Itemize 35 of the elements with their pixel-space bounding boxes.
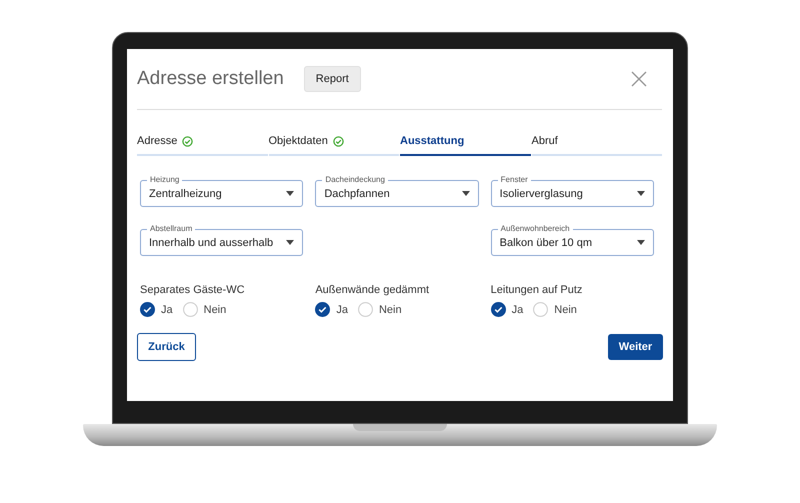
field-value: Dachpfannen (324, 188, 391, 200)
radio-option[interactable]: Nein (182, 302, 226, 317)
check-circle-icon (332, 136, 344, 146)
field-label: Heizung (147, 175, 182, 185)
field-label: Außenwohnbereich (498, 224, 573, 234)
field-value: Zentralheizung (149, 188, 223, 200)
report-button[interactable]: Report (304, 66, 361, 92)
caret-icon (636, 191, 645, 196)
caret-icon (636, 240, 645, 245)
close-icon[interactable] (631, 71, 647, 87)
radio-option[interactable]: Nein (358, 302, 402, 317)
field-value: Innerhalb und ausserhalb (149, 236, 274, 248)
step-tab[interactable]: Ausstattung (400, 134, 530, 156)
question-label: Außenwände gedämmt (315, 284, 430, 296)
field-value: Balkon über 10 qm (500, 236, 593, 248)
caret-icon (462, 191, 470, 196)
radio-option[interactable]: Ja (315, 302, 348, 317)
radio-option[interactable]: Ja (140, 302, 173, 317)
dialog-title: Adresse erstellen (137, 68, 284, 90)
step-tab[interactable]: Objektdaten (268, 134, 399, 156)
step-tab[interactable]: Adresse (137, 134, 268, 156)
back-button[interactable]: Zurück (137, 333, 196, 361)
radio-option[interactable]: Nein (533, 302, 577, 317)
question-label: Leitungen auf Putz (490, 284, 584, 296)
check-circle-icon (182, 136, 194, 146)
step-tab[interactable]: Abruf (532, 134, 662, 156)
caret-icon (286, 240, 294, 245)
field-value: Isolierverglasung (500, 188, 584, 200)
caret-icon (286, 191, 294, 196)
next-button[interactable]: Weiter (608, 334, 663, 360)
question-label: Separates Gäste-WC (140, 284, 246, 296)
radio-option[interactable]: Ja (490, 302, 524, 317)
field-label: Dacheindeckung (322, 175, 388, 185)
field-label: Abstellraum (147, 224, 196, 234)
field-label: Fenster (498, 175, 531, 185)
